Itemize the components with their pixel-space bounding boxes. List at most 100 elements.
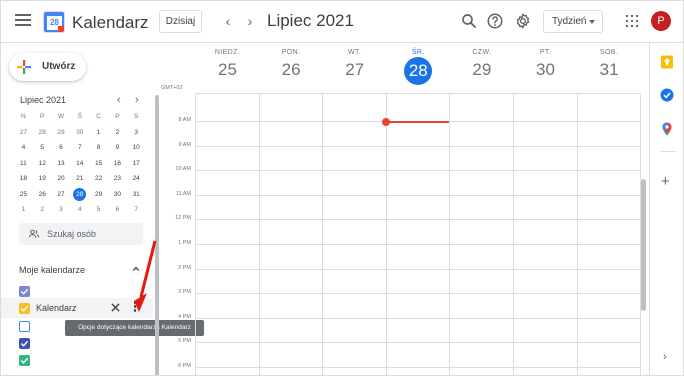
mini-week-row: 11 12 13 14 15 16 17 xyxy=(14,156,146,172)
mini-day[interactable]: 5 xyxy=(89,202,108,218)
day-header-5[interactable]: PT. 30 xyxy=(514,49,577,80)
day-header-4[interactable]: CZW. 29 xyxy=(450,49,513,80)
settings-gear-icon[interactable] xyxy=(514,12,532,30)
mini-day[interactable]: 23 xyxy=(108,171,127,187)
mini-day-number: 6 xyxy=(59,144,63,151)
mini-day[interactable]: 4 xyxy=(14,140,33,156)
mini-day[interactable]: 15 xyxy=(89,156,108,172)
mini-day[interactable]: 18 xyxy=(14,171,33,187)
tasks-icon[interactable] xyxy=(660,88,674,102)
mini-day[interactable]: 5 xyxy=(33,140,52,156)
next-week-button[interactable]: › xyxy=(243,12,257,30)
mini-day[interactable]: 11 xyxy=(14,156,33,172)
day-date[interactable]: 27 xyxy=(323,60,386,80)
calendar-checkbox[interactable] xyxy=(19,321,30,332)
today-button[interactable]: Dzisiaj xyxy=(159,10,202,33)
mini-week-row: 1 2 3 4 5 6 7 xyxy=(14,202,146,218)
mini-day[interactable]: 20 xyxy=(52,171,71,187)
hour-line xyxy=(195,170,641,171)
help-icon[interactable] xyxy=(486,12,504,30)
chevron-down-icon xyxy=(589,20,595,24)
mini-day[interactable]: 3 xyxy=(52,202,71,218)
create-event-button[interactable]: Utwórz xyxy=(9,53,86,81)
prev-week-button[interactable]: ‹ xyxy=(221,12,235,30)
mini-day-number: 29 xyxy=(57,128,65,136)
mini-day[interactable]: 21 xyxy=(70,171,89,187)
day-name: PON. xyxy=(281,49,301,56)
calendar-checkbox[interactable] xyxy=(19,286,30,297)
day-header-3[interactable]: ŚR. 28 xyxy=(387,49,450,85)
mini-day[interactable]: 17 xyxy=(127,156,146,172)
day-header-0[interactable]: NIEDZ. 25 xyxy=(196,49,259,80)
mini-day[interactable]: 22 xyxy=(89,171,108,187)
mini-day[interactable]: 10 xyxy=(127,140,146,156)
more-options-icon[interactable] xyxy=(132,301,138,314)
week-grid[interactable] xyxy=(195,93,641,375)
day-date[interactable]: 30 xyxy=(514,60,577,80)
calendar-logo[interactable]: 28 xyxy=(43,11,65,33)
mini-day[interactable]: 27 xyxy=(14,125,33,141)
mini-day[interactable]: 25 xyxy=(14,187,33,203)
mini-day[interactable]: 16 xyxy=(108,156,127,172)
mini-day[interactable]: 12 xyxy=(33,156,52,172)
mini-day[interactable]: 7 xyxy=(70,140,89,156)
day-date[interactable]: 26 xyxy=(260,60,323,80)
calendar-checkbox-kalendarz[interactable] xyxy=(19,303,30,314)
mini-prev-month-button[interactable]: ‹ xyxy=(117,94,121,106)
chevron-up-icon[interactable] xyxy=(132,265,140,273)
calendar-checkbox[interactable] xyxy=(19,338,30,349)
mini-day[interactable]: 13 xyxy=(52,156,71,172)
mini-day[interactable]: 29 xyxy=(89,187,108,203)
day-date-current[interactable]: 28 xyxy=(404,57,433,85)
mini-day[interactable]: 1 xyxy=(14,202,33,218)
day-date[interactable]: 31 xyxy=(578,60,641,80)
hour-label: 6 PM xyxy=(178,363,191,369)
add-addon-icon[interactable]: + xyxy=(661,174,670,189)
mini-day[interactable]: 6 xyxy=(52,140,71,156)
day-header-6[interactable]: SOB. 31 xyxy=(578,49,641,80)
mini-day[interactable]: 14 xyxy=(70,156,89,172)
mini-day[interactable]: 31 xyxy=(127,187,146,203)
day-column-divider xyxy=(577,93,578,375)
mini-day-number: 27 xyxy=(57,190,65,198)
my-calendars-heading[interactable]: Moje kalendarze xyxy=(19,265,85,275)
search-icon[interactable] xyxy=(460,12,478,30)
mini-day[interactable]: 26 xyxy=(33,187,52,203)
mini-day[interactable]: 19 xyxy=(33,171,52,187)
mini-day[interactable]: 29 xyxy=(52,125,71,141)
mini-day[interactable]: 9 xyxy=(108,140,127,156)
grid-scrollbar[interactable] xyxy=(641,179,646,311)
keep-icon[interactable] xyxy=(660,55,674,69)
google-apps-icon[interactable] xyxy=(626,15,638,27)
calendar-name-kalendarz[interactable]: Kalendarz xyxy=(36,303,77,313)
mini-day[interactable]: 8 xyxy=(89,140,108,156)
mini-day[interactable]: 27 xyxy=(52,187,71,203)
account-avatar[interactable]: P xyxy=(651,11,671,31)
mini-day-today[interactable]: 28 xyxy=(70,187,89,203)
calendar-checkbox[interactable] xyxy=(19,355,30,366)
mini-day[interactable]: 2 xyxy=(108,125,127,141)
close-icon[interactable] xyxy=(111,303,120,312)
mini-day[interactable]: 24 xyxy=(127,171,146,187)
maps-icon[interactable] xyxy=(660,122,674,136)
day-header-1[interactable]: PON. 26 xyxy=(260,49,323,80)
mini-next-month-button[interactable]: › xyxy=(135,94,139,106)
mini-day[interactable]: 28 xyxy=(33,125,52,141)
mini-day[interactable]: 4 xyxy=(70,202,89,218)
mini-day[interactable]: 6 xyxy=(108,202,127,218)
day-date[interactable]: 29 xyxy=(450,60,513,80)
main-menu-icon[interactable] xyxy=(15,14,31,28)
day-header-2[interactable]: WT. 27 xyxy=(323,49,386,80)
chevron-right-icon[interactable]: › xyxy=(663,351,667,363)
mini-day[interactable]: 30 xyxy=(108,187,127,203)
search-people-input[interactable]: Szukaj osób xyxy=(19,223,143,245)
day-name: ŚR. xyxy=(411,49,425,56)
mini-day[interactable]: 2 xyxy=(33,202,52,218)
day-date[interactable]: 25 xyxy=(196,60,259,80)
view-selector-dropdown[interactable]: Tydzień xyxy=(543,10,603,33)
mini-day[interactable]: 3 xyxy=(127,125,146,141)
mini-day[interactable]: 7 xyxy=(127,202,146,218)
sidebar-scrollbar[interactable] xyxy=(155,95,159,375)
mini-day[interactable]: 1 xyxy=(89,125,108,141)
mini-day[interactable]: 30 xyxy=(70,125,89,141)
